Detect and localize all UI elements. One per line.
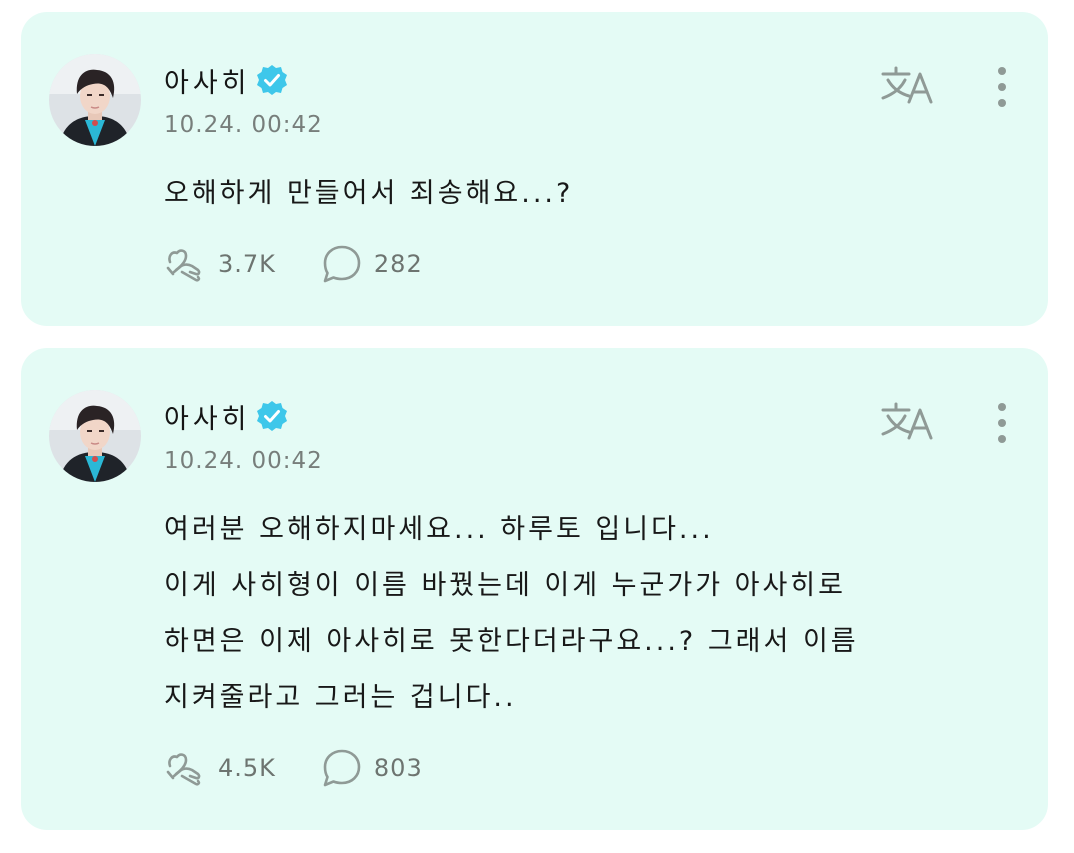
post-card[interactable]: 아사히 10.24. 00:42 여러분 오해하지마세요... 하루토 입니다.… xyxy=(21,348,1048,830)
post-card[interactable]: 아사히 10.24. 00:42 오해하게 만들어서 죄송해요...? 3.7K… xyxy=(21,12,1048,326)
like-button[interactable]: 4.5K xyxy=(164,746,276,790)
more-vertical-icon[interactable] xyxy=(987,398,1017,448)
like-button[interactable]: 3.7K xyxy=(164,242,276,286)
heart-hand-icon xyxy=(166,753,201,786)
speech-bubble-icon xyxy=(323,749,361,787)
verified-badge-icon xyxy=(255,63,289,97)
more-vertical-icon[interactable] xyxy=(987,62,1017,112)
author-name[interactable]: 아사히 xyxy=(164,397,251,436)
post-text: 여러분 오해하지마세요... 하루토 입니다... 이게 사히형이 이름 바꿨는… xyxy=(164,514,859,713)
heart-hand-icon xyxy=(166,249,201,282)
comment-count: 803 xyxy=(373,754,423,782)
comment-button[interactable]: 282 xyxy=(320,242,423,286)
avatar[interactable] xyxy=(49,54,141,146)
post-feed: 아사히 10.24. 00:42 오해하게 만들어서 죄송해요...? 3.7K… xyxy=(0,0,1074,853)
author-row: 아사히 xyxy=(164,60,289,100)
speech-bubble-icon xyxy=(323,245,361,283)
post-actions: 3.7K 282 xyxy=(164,242,423,286)
author-row: 아사히 xyxy=(164,396,289,436)
verified-badge-icon xyxy=(255,399,289,433)
post-timestamp: 10.24. 00:42 xyxy=(164,112,323,138)
comment-button[interactable]: 803 xyxy=(320,746,423,790)
avatar[interactable] xyxy=(49,390,141,482)
like-count: 3.7K xyxy=(218,250,276,278)
post-timestamp: 10.24. 00:42 xyxy=(164,448,323,474)
translate-icon[interactable] xyxy=(879,62,939,112)
post-text: 오해하게 만들어서 죄송해요...? xyxy=(164,178,574,209)
like-count: 4.5K xyxy=(218,754,276,782)
author-name[interactable]: 아사히 xyxy=(164,61,251,100)
translate-icon[interactable] xyxy=(879,398,939,448)
comment-count: 282 xyxy=(373,250,423,278)
post-actions: 4.5K 803 xyxy=(164,746,423,790)
